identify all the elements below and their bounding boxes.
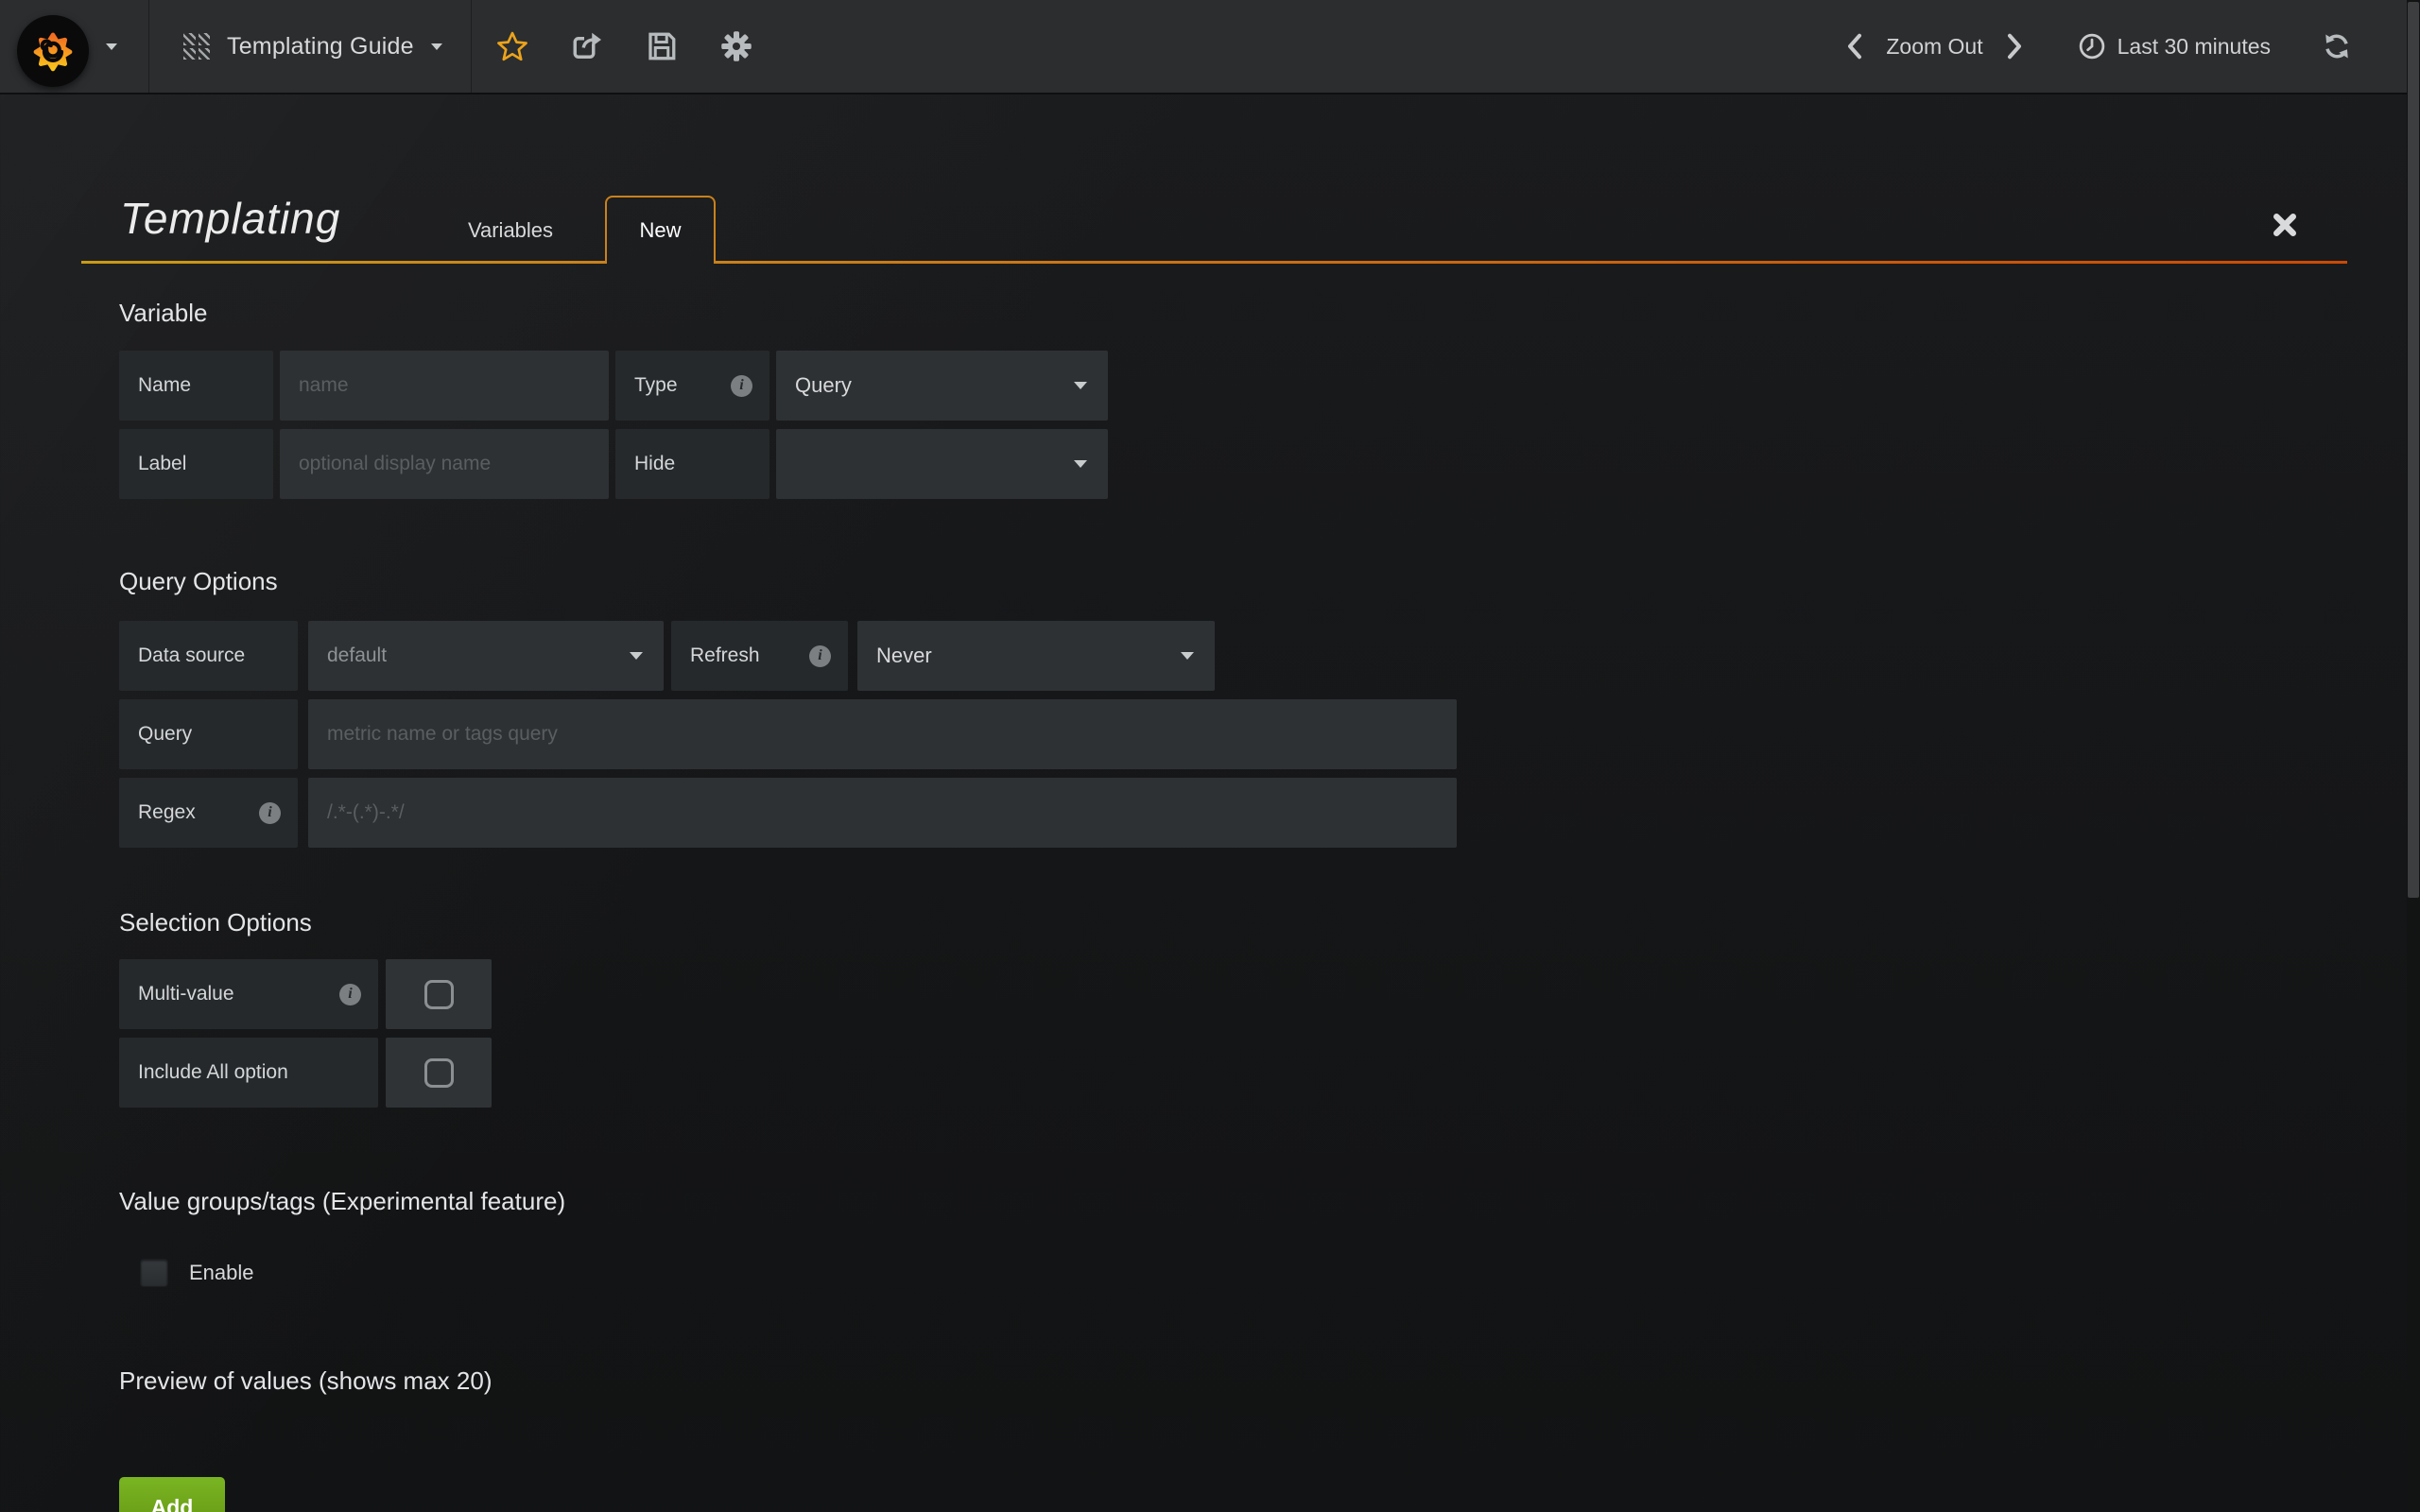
close-button[interactable] [2271,211,2299,239]
chevron-left-icon [1844,32,1865,60]
refresh-select[interactable]: Never [857,621,1215,691]
selection-options-section: Multi-value i Include All option [119,959,492,1108]
query-input[interactable] [308,699,1457,769]
time-forward-button[interactable] [1991,23,2038,70]
chevron-down-icon [106,43,117,50]
grafana-menu-button[interactable] [0,0,149,93]
info-icon: i [809,645,831,667]
datasource-select[interactable]: default [308,621,664,691]
variable-section-heading: Variable [119,299,207,328]
enable-checkbox[interactable] [140,1259,168,1287]
header-underline [716,261,2347,264]
favorite-button[interactable] [475,0,550,93]
regex-input[interactable] [308,778,1457,848]
time-range-label: Last 30 minutes [2118,34,2271,60]
variable-label-row: Label Hide [119,429,1108,499]
clock-icon [2078,32,2106,60]
time-back-button[interactable] [1831,23,1878,70]
hide-select[interactable] [776,429,1108,499]
hide-label: Hide [615,429,769,499]
save-icon [645,29,679,63]
header-underline [81,261,605,264]
multi-value-label: Multi-value i [119,959,378,1029]
include-all-checkbox-cell [386,1038,492,1108]
star-icon [496,30,528,62]
include-all-checkbox[interactable] [424,1058,454,1088]
grafana-logo-icon [17,15,89,87]
settings-button[interactable] [700,0,774,93]
query-label: Query [119,699,298,769]
zoom-out-button[interactable]: Zoom Out [1886,34,1982,60]
value-groups-heading: Value groups/tags (Experimental feature) [119,1187,565,1216]
tab-new[interactable]: New [605,196,716,264]
add-button[interactable]: Add [119,1477,225,1512]
save-button[interactable] [625,0,700,93]
query-options-heading: Query Options [119,567,278,596]
share-icon [570,29,604,63]
info-icon: i [339,984,361,1005]
dashboard-icon [183,33,210,60]
navbar: Templating Guide [0,0,2420,94]
enable-row: Enable [140,1259,254,1287]
dashboard-picker[interactable]: Templating Guide [149,0,472,93]
include-all-row: Include All option [119,1038,492,1108]
regex-label: Regex i [119,778,298,848]
page-title: Templating [120,194,340,243]
dashboard-actions [472,0,774,93]
caret-down-icon [1074,460,1087,468]
datasource-label: Data source [119,621,298,691]
caret-down-icon [1074,382,1087,389]
query-row: Query [119,699,1457,769]
gear-icon [719,29,753,63]
datasource-row: Data source default Refresh i Never [119,621,1457,691]
tab-variables[interactable]: Variables [444,198,577,263]
name-label: Name [119,351,273,421]
info-icon: i [731,375,752,397]
share-button[interactable] [550,0,625,93]
label-label: Label [119,429,273,499]
caret-down-icon [630,652,643,660]
chevron-right-icon [2004,32,2025,60]
caret-down-icon [1181,652,1194,660]
info-icon: i [259,802,281,824]
name-input[interactable] [280,351,609,421]
scrollbar-track [2407,0,2420,1512]
preview-heading: Preview of values (shows max 20) [119,1366,492,1396]
multi-value-checkbox[interactable] [424,980,454,1009]
time-controls: Zoom Out Last 30 minutes [1831,23,2420,70]
refresh-icon [2322,31,2352,61]
label-input[interactable] [280,429,609,499]
time-range-picker[interactable]: Last 30 minutes [2078,32,2271,60]
multi-value-checkbox-cell [386,959,492,1029]
close-icon [2271,211,2299,239]
selection-options-heading: Selection Options [119,908,312,937]
query-options-section: Data source default Refresh i Never Quer… [119,621,1457,848]
type-select[interactable]: Query [776,351,1108,421]
include-all-label: Include All option [119,1038,378,1108]
type-label: Type i [615,351,769,421]
scrollbar-thumb[interactable] [2408,2,2419,898]
enable-label: Enable [189,1261,254,1285]
variable-name-row: Name Type i Query [119,351,1108,421]
regex-row: Regex i [119,778,1457,848]
dashboard-title: Templating Guide [227,33,414,60]
variable-section: Name Type i Query Label Hide [119,351,1108,499]
multi-value-row: Multi-value i [119,959,492,1029]
refresh-label: Refresh i [671,621,848,691]
chevron-down-icon [431,43,442,50]
refresh-button[interactable] [2322,31,2352,61]
